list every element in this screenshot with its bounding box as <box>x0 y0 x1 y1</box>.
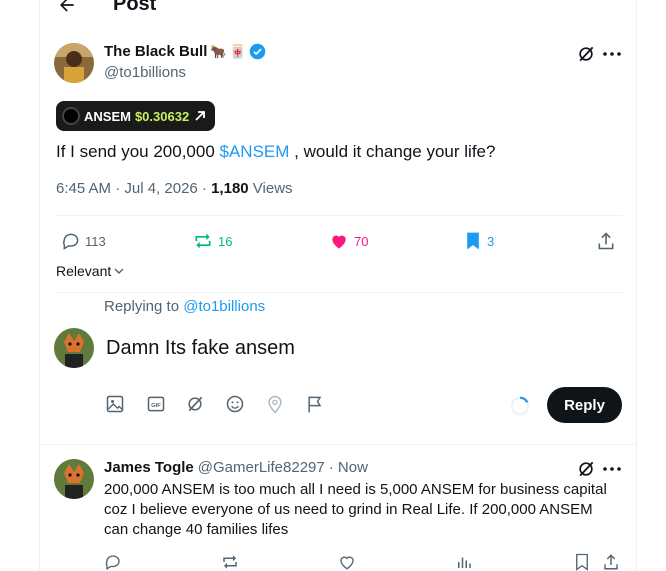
ticker-price: $0.30632 <box>134 108 190 124</box>
ticker-chip[interactable]: ANSEM $0.30632 <box>56 101 216 131</box>
poll-flag-button[interactable] <box>305 394 325 414</box>
more-options-button[interactable] <box>601 44 623 64</box>
reply-action[interactable]: 113 <box>61 231 106 251</box>
views-count: 1,180 <box>211 180 249 197</box>
like-count: 70 <box>354 233 369 249</box>
reply-button[interactable]: Reply <box>547 387 622 423</box>
reply-reply-action[interactable] <box>104 553 122 571</box>
reply-author-line: James Togle @GamerLife82297 · Now <box>104 459 368 476</box>
reply-time[interactable]: · Now <box>329 459 368 476</box>
emoji-button[interactable] <box>225 394 245 414</box>
image-icon <box>106 395 124 413</box>
arrow-left-icon <box>60 0 74 12</box>
analytics-icon <box>458 557 471 568</box>
grok-icon <box>188 396 203 412</box>
mahjong-emoji-icon: 🀄 <box>229 43 246 59</box>
heart-icon <box>340 556 354 570</box>
chevron-down-icon <box>114 268 124 274</box>
repost-icon <box>195 233 211 249</box>
repost-action[interactable]: 16 <box>192 231 232 251</box>
reply-repost-action[interactable] <box>220 553 240 571</box>
reply-views-action[interactable] <box>455 553 473 571</box>
location-button[interactable] <box>265 394 285 414</box>
author-name[interactable]: The Black Bull 🐂 🀄 <box>104 43 266 60</box>
arrow-up-right-icon <box>195 111 206 121</box>
divider <box>56 292 622 293</box>
share-icon <box>598 232 614 250</box>
ticker-symbol: ANSEM <box>84 108 131 124</box>
divider <box>56 215 622 216</box>
divider <box>40 444 637 445</box>
author-name-text: The Black Bull <box>104 43 208 60</box>
repost-count: 16 <box>218 233 233 249</box>
reply-grok-button[interactable] <box>576 459 596 479</box>
bookmark-icon <box>576 553 588 571</box>
reply-author-name[interactable]: James Togle <box>104 459 194 476</box>
reply-text: 200,000 ANSEM is too much all I need is … <box>104 481 607 538</box>
tweet-time[interactable]: 6:45 AM · Jul 4, 2026 · <box>56 180 211 197</box>
views-label: Views <box>248 180 293 197</box>
heart-filled-icon <box>332 235 346 249</box>
page-header: Post <box>40 0 638 18</box>
bull-emoji-icon: 🐂 <box>210 43 227 59</box>
reply-count: 113 <box>85 233 106 249</box>
sort-label: Relevant <box>56 263 112 279</box>
my-avatar[interactable] <box>54 328 94 368</box>
media-button[interactable] <box>105 394 125 414</box>
grok-compose-button[interactable] <box>185 394 205 414</box>
grok-icon <box>579 46 594 62</box>
share-action[interactable] <box>596 231 616 251</box>
svg-text:GIF: GIF <box>151 403 161 409</box>
bookmark-count: 3 <box>487 233 495 249</box>
replying-to: Replying to @to1billions <box>104 298 265 315</box>
like-action[interactable]: 70 <box>328 231 368 251</box>
post-column: Post The Black Bull 🐂 🀄 @to1billions ANS… <box>39 0 637 571</box>
replying-to-handle[interactable]: @to1billions <box>183 298 265 315</box>
page-title: Post <box>113 0 157 15</box>
cashtag-link[interactable]: $ANSEM <box>220 142 290 161</box>
location-pin-icon <box>268 395 282 414</box>
reply-icon <box>63 233 79 250</box>
reply-author-avatar[interactable] <box>54 459 94 499</box>
grok-icon <box>579 461 594 477</box>
reply-like-action[interactable] <box>338 553 356 571</box>
back-button[interactable] <box>54 0 80 16</box>
tweet-text-before: If I send you 200,000 <box>56 142 220 161</box>
ansem-coin-icon <box>62 107 80 125</box>
more-icon <box>603 467 621 471</box>
reply-share-action[interactable] <box>602 553 620 571</box>
reply-more-button[interactable] <box>601 459 623 479</box>
author-avatar[interactable] <box>54 43 94 83</box>
bookmark-action[interactable]: 3 <box>463 231 494 251</box>
emoji-icon <box>226 395 244 413</box>
replying-to-label: Replying to <box>104 298 184 315</box>
more-icon <box>603 52 621 56</box>
grok-button[interactable] <box>576 44 596 64</box>
tweet-text: If I send you 200,000 $ANSEM , would it … <box>56 141 495 163</box>
reply-bookmark-action[interactable] <box>573 553 591 571</box>
gif-button[interactable]: GIF <box>146 394 166 414</box>
reply-input[interactable]: Damn Its fake ansem <box>106 337 606 363</box>
verified-badge-icon <box>249 43 266 60</box>
bookmark-filled-icon <box>467 232 479 250</box>
character-count-ring-icon <box>510 396 530 416</box>
tweet-meta: 6:45 AM · Jul 4, 2026 · 1,180 Views <box>56 180 293 197</box>
flag-icon <box>308 396 322 413</box>
reply-author-handle[interactable]: @GamerLife82297 <box>198 459 325 476</box>
reply-icon <box>105 555 120 570</box>
author-handle[interactable]: @to1billions <box>104 64 186 81</box>
tweet-text-after: , would it change your life? <box>289 142 496 161</box>
share-icon <box>604 554 618 570</box>
repost-icon <box>223 555 237 569</box>
gif-icon: GIF <box>147 396 165 412</box>
sort-dropdown[interactable]: Relevant <box>56 263 125 279</box>
